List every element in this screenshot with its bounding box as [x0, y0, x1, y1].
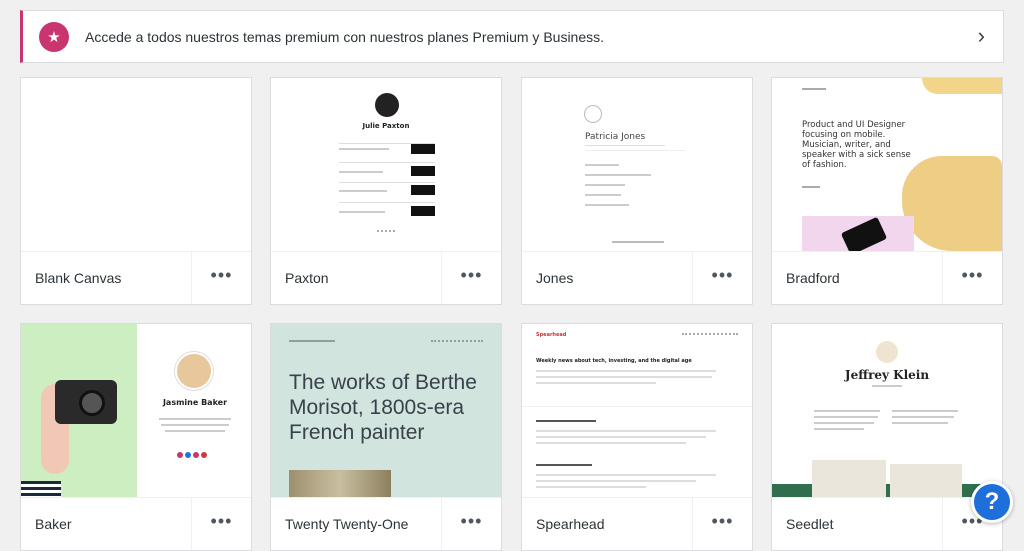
theme-card-footer: Jones •••	[522, 251, 752, 304]
theme-preview[interactable]: Jasmine Baker	[21, 324, 251, 497]
logo-placeholder-icon	[584, 105, 602, 123]
theme-card-footer: Bradford •••	[772, 251, 1002, 304]
preview-text: The works of Berthe Morisot, 1800s-era F…	[289, 371, 477, 444]
theme-preview[interactable]: Jeffrey Klein	[772, 324, 1002, 497]
avatar	[375, 93, 399, 117]
preview-brand: Spearhead	[536, 332, 567, 338]
theme-name: Bradford	[786, 270, 840, 286]
chevron-right-icon[interactable]: ›	[978, 25, 985, 47]
theme-name: Blank Canvas	[35, 270, 122, 286]
theme-card-footer: Paxton •••	[271, 251, 501, 304]
theme-card-baker[interactable]: Jasmine Baker Baker •••	[20, 323, 252, 551]
theme-preview[interactable]	[21, 78, 251, 251]
theme-name: Twenty Twenty-One	[285, 516, 409, 532]
more-options-button[interactable]: •••	[441, 498, 501, 550]
theme-card-footer: Twenty Twenty-One •••	[271, 497, 501, 550]
preview-title: Patricia Jones	[585, 132, 646, 142]
theme-card-seedlet[interactable]: Jeffrey Klein Seedlet •••	[771, 323, 1003, 551]
theme-card-footer: Baker •••	[21, 497, 251, 550]
star-icon: ★	[39, 21, 69, 52]
theme-card-paxton[interactable]: Julie Paxton Paxton •••	[270, 77, 502, 305]
more-options-button[interactable]: •••	[942, 252, 1002, 304]
theme-card-footer: Blank Canvas •••	[21, 251, 251, 304]
theme-name: Paxton	[285, 270, 329, 286]
theme-card-spearhead[interactable]: Spearhead Weekly news about tech, invest…	[521, 323, 753, 551]
theme-card-jones[interactable]: Patricia Jones Jones •••	[521, 77, 753, 305]
theme-card-bradford[interactable]: Product and UI Designer focusing on mobi…	[771, 77, 1003, 305]
theme-card-footer: Spearhead •••	[522, 497, 752, 550]
banner-text: Accede a todos nuestros temas premium co…	[85, 28, 605, 45]
more-options-button[interactable]: •••	[191, 498, 251, 550]
theme-name: Seedlet	[786, 516, 834, 532]
theme-card-blank-canvas[interactable]: Blank Canvas •••	[20, 77, 252, 305]
more-options-button[interactable]: •••	[692, 498, 752, 550]
theme-card-footer: Seedlet •••	[772, 497, 1002, 550]
theme-name: Spearhead	[536, 516, 605, 532]
premium-banner[interactable]: ★ Accede a todos nuestros temas premium …	[20, 10, 1004, 63]
preview-title: Jasmine Baker	[162, 398, 228, 407]
avatar	[175, 352, 213, 390]
theme-preview[interactable]: Julie Paxton	[271, 78, 501, 251]
avatar	[876, 341, 898, 363]
preview-text: Product and UI Designer focusing on mobi…	[802, 120, 911, 170]
theme-name: Baker	[35, 516, 72, 532]
theme-preview[interactable]: Product and UI Designer focusing on mobi…	[772, 78, 1002, 251]
theme-preview[interactable]: Patricia Jones	[522, 78, 752, 251]
preview-title: Julie Paxton	[362, 122, 410, 130]
theme-preview[interactable]: Spearhead Weekly news about tech, invest…	[522, 324, 752, 497]
more-options-button[interactable]: •••	[441, 252, 501, 304]
more-options-button[interactable]: •••	[191, 252, 251, 304]
theme-preview[interactable]: The works of Berthe Morisot, 1800s-era F…	[271, 324, 501, 497]
theme-name: Jones	[536, 270, 574, 286]
preview-heading: Weekly news about tech, investing, and t…	[536, 358, 692, 364]
preview-title: Jeffrey Klein	[844, 368, 930, 382]
theme-card-twenty-twenty-one[interactable]: The works of Berthe Morisot, 1800s-era F…	[270, 323, 502, 551]
help-button[interactable]: ?	[971, 481, 1013, 523]
more-options-button[interactable]: •••	[692, 252, 752, 304]
